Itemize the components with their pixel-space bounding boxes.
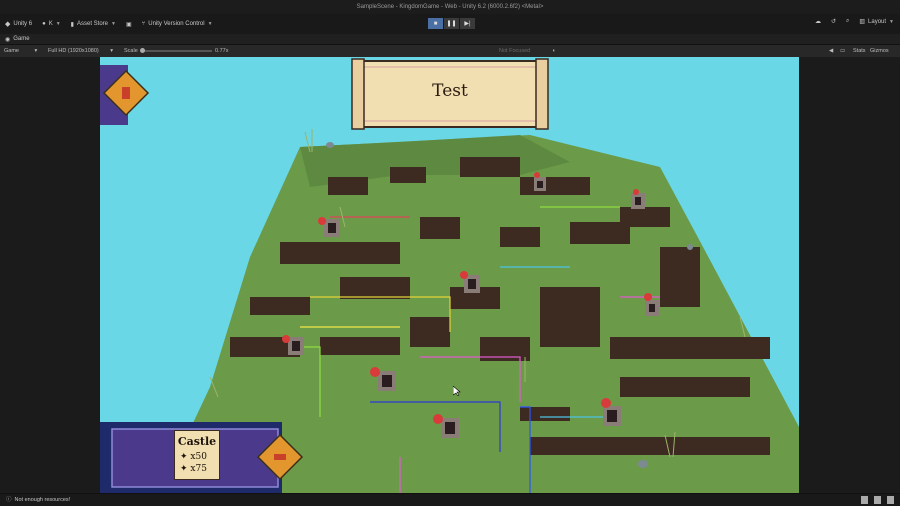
step-icon: ▶|	[464, 21, 471, 27]
rock	[638, 460, 648, 468]
progress-icon[interactable]	[887, 496, 894, 504]
rock	[326, 142, 334, 148]
chevron-down-icon: ▼	[889, 18, 894, 25]
log-icon[interactable]	[874, 496, 881, 504]
unity-menu-button[interactable]: ◆ Unity 6	[0, 20, 37, 28]
bag-icon: ▮	[70, 21, 74, 28]
layout-label: Layout	[868, 18, 887, 25]
window-title: SampleScene - KingdomGame - Web - Unity …	[0, 0, 900, 14]
asset-store-button[interactable]: ▮ Asset Store ▼	[66, 21, 121, 28]
play-button[interactable]: ■	[428, 18, 443, 29]
resolution-label: Full HD (1920x1080)	[48, 48, 99, 54]
display-select[interactable]: Game ▾	[4, 48, 37, 54]
cost-row-1: ✦ x50	[180, 452, 207, 462]
warning-icon: ⓘ	[6, 497, 12, 503]
cloud-icon[interactable]: ☁	[815, 18, 821, 25]
cost-1-value: x50	[190, 452, 207, 462]
unity-logo-icon: ◆	[5, 21, 11, 28]
layout-icon: ▥	[859, 19, 866, 25]
account-label: K	[48, 21, 53, 27]
layout-button[interactable]: ▥ Layout ▼	[859, 18, 894, 26]
main-toolbar: ◆ Unity 6 ● K ▼ ▮ Asset Store ▼ ▣ ⑂ Unit…	[0, 14, 900, 34]
resolution-select[interactable]: Full HD (1920x1080) ▾	[48, 48, 113, 54]
mute-icon[interactable]: ◖	[552, 48, 555, 54]
audio-icon[interactable]: ◀	[829, 48, 833, 54]
card-title: Castle	[177, 435, 217, 448]
chevron-down-icon: ▼	[55, 21, 61, 27]
playmode-controls: ■ ❚❚ ▶|	[428, 18, 475, 29]
chevron-down-icon: ▾	[110, 48, 114, 54]
pause-button[interactable]: ❚❚	[444, 18, 459, 29]
version-control-button[interactable]: ⑂ Unity Version Control ▼	[137, 21, 218, 27]
services-icon: ▣	[125, 21, 132, 28]
mouse-cursor-icon	[453, 386, 461, 396]
resource-icon: ✦	[180, 464, 188, 474]
tab-game[interactable]: Game	[13, 36, 29, 42]
status-bar: ⓘ Not enough resources!	[0, 493, 900, 506]
chevron-down-icon: ▾	[34, 48, 38, 54]
asset-store-label: Asset Store	[76, 21, 108, 27]
display-icon[interactable]: ▭	[840, 48, 845, 54]
toolbar-right: ☁ ↺ ⌕ ▥ Layout ▼	[815, 18, 894, 25]
version-control-label: Unity Version Control	[148, 21, 205, 27]
scale-label: Scale	[124, 48, 138, 54]
chevron-down-icon: ▼	[207, 21, 213, 27]
game-view-toolbar: Game ▾ Full HD (1920x1080) ▾ Scale 0.77x…	[0, 45, 900, 57]
castle-build-card[interactable]: Castle ✦ x50 ✦ x75	[174, 430, 220, 480]
focus-status: Not Focused	[499, 48, 531, 54]
pause-icon: ❚❚	[446, 21, 457, 27]
unity-menu-label: Unity 6	[13, 21, 33, 27]
game-view[interactable]: Test Castle ✦ x50 ✦ x75	[100, 57, 799, 493]
gizmos-button[interactable]: Gizmos	[870, 48, 889, 54]
letterbox-right	[799, 57, 900, 493]
display-label: Game	[4, 48, 19, 54]
play-icon: ■	[433, 20, 438, 27]
status-icons	[861, 496, 894, 504]
console-icon[interactable]	[861, 496, 868, 504]
cost-2-value: x75	[190, 464, 207, 474]
history-icon[interactable]: ↺	[831, 18, 836, 25]
top-left-panel	[100, 65, 150, 125]
scale-value: 0.77x	[215, 48, 229, 54]
step-button[interactable]: ▶|	[460, 18, 475, 29]
scale-slider-handle[interactable]	[140, 48, 145, 53]
search-icon[interactable]: ⌕	[846, 18, 849, 25]
cloud-services-button[interactable]: ▣	[121, 21, 137, 28]
scale-slider[interactable]	[142, 50, 212, 52]
account-icon: ●	[42, 21, 46, 27]
rock	[687, 244, 693, 250]
chevron-down-icon: ▼	[111, 21, 116, 27]
status-message[interactable]: Not enough resources!	[15, 494, 71, 506]
game-tab-icon: ◉	[5, 36, 11, 43]
letterbox-left	[0, 57, 100, 493]
banner: Test	[356, 59, 544, 127]
account-button[interactable]: ● K ▼	[37, 21, 66, 27]
cost-row-2: ✦ x75	[180, 464, 207, 474]
stats-button[interactable]: Stats	[853, 48, 866, 54]
banner-text: Test	[432, 81, 468, 101]
resource-icon: ✦	[180, 452, 188, 462]
branch-icon: ⑂	[141, 21, 146, 27]
editor-tab-bar: ◉ Game	[0, 34, 900, 45]
